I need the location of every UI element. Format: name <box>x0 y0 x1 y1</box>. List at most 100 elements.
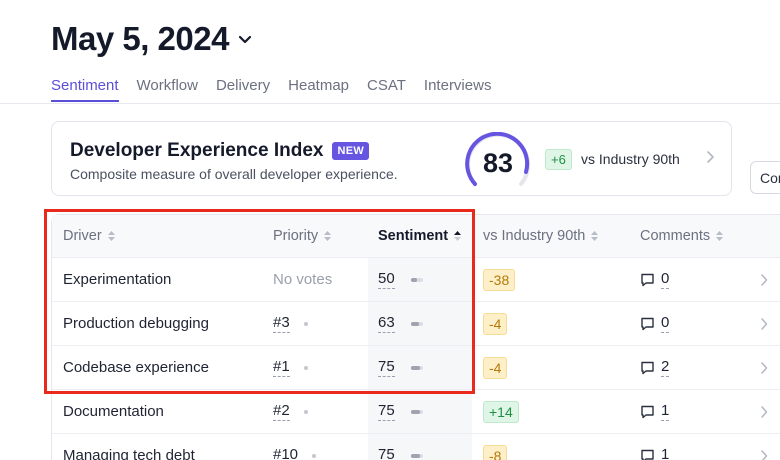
sentiment-value: 63 <box>378 314 395 333</box>
tab-csat[interactable]: CSAT <box>367 76 406 102</box>
comment-icon <box>641 273 654 286</box>
comments-count: 1 <box>661 402 670 421</box>
chevron-down-icon <box>238 35 252 44</box>
dxi-title: Developer Experience Index NEW <box>70 140 370 162</box>
vs-industry-cell: +14 <box>483 390 519 433</box>
sentiment-value: 75 <box>378 402 395 421</box>
column-header-sentiment[interactable]: Sentiment <box>378 215 462 257</box>
vs-industry-badge: -38 <box>483 268 516 291</box>
row-arrow <box>760 346 768 389</box>
priority-dot <box>303 321 308 326</box>
chevron-right-icon <box>761 273 768 286</box>
sort-icon <box>324 231 332 241</box>
dxi-title-text: Developer Experience Index <box>70 140 324 161</box>
drivers-table: Driver Priority Sentiment vs Industry 90… <box>51 214 780 460</box>
comments-cell[interactable]: 2 <box>640 346 670 389</box>
comments-cell[interactable]: 1 <box>640 434 669 460</box>
comments-count: 2 <box>661 358 670 377</box>
comments-count: 0 <box>661 314 670 333</box>
row-arrow <box>760 434 768 460</box>
tab-delivery[interactable]: Delivery <box>216 76 270 102</box>
dxi-vs-label: vs Industry 90th <box>581 151 680 167</box>
vs-industry-cell: -4 <box>483 302 508 345</box>
sentiment-cell: 75 <box>378 346 423 389</box>
sentiment-value: 50 <box>378 270 395 289</box>
comments-cell[interactable]: 0 <box>640 302 670 345</box>
comment-icon <box>641 361 654 374</box>
vs-industry-badge: -4 <box>483 356 508 379</box>
vs-industry-cell: -8 <box>483 434 508 460</box>
chevron-right-icon <box>707 151 714 163</box>
driver-name: Codebase experience <box>63 359 209 376</box>
vs-industry-cell: -38 <box>483 258 516 301</box>
column-header-vs-industry[interactable]: vs Industry 90th <box>483 215 599 257</box>
vs-industry-cell: -4 <box>483 346 508 389</box>
comments-count: 1 <box>661 446 669 460</box>
dxi-subtitle: Composite measure of overall developer e… <box>70 166 398 182</box>
comments-count: 0 <box>661 270 670 289</box>
table-row[interactable]: Managing tech debt #10 75 -8 1 <box>52 434 780 460</box>
sentiment-bar <box>410 365 423 370</box>
priority-cell: #1 <box>273 346 308 389</box>
sentiment-bar <box>410 453 423 458</box>
sort-ascending-icon <box>454 231 462 241</box>
priority-cell: #3 <box>273 302 308 345</box>
vs-industry-badge: +14 <box>483 400 519 423</box>
sentiment-bar <box>410 277 423 282</box>
comments-cell[interactable]: 0 <box>640 258 670 301</box>
table-row[interactable]: Documentation #2 75 +14 1 <box>52 390 780 434</box>
sentiment-value: 75 <box>378 446 395 460</box>
column-header-comments[interactable]: Comments <box>640 215 724 257</box>
tab-bar: Sentiment Workflow Delivery Heatmap CSAT… <box>51 76 509 102</box>
table-row[interactable]: Production debugging #3 63 -4 0 <box>52 302 780 346</box>
priority-value: #10 <box>273 446 298 460</box>
driver-name: Managing tech debt <box>63 447 195 460</box>
priority-cell: #10 <box>273 434 317 460</box>
chevron-right-icon <box>761 405 768 418</box>
column-header-priority[interactable]: Priority <box>273 215 332 257</box>
tab-sentiment[interactable]: Sentiment <box>51 76 119 102</box>
priority-value: #1 <box>273 358 290 377</box>
table-row[interactable]: Experimentation No votes 50 -38 0 <box>52 258 780 302</box>
comment-icon <box>641 449 654 460</box>
comments-button[interactable]: Com <box>750 161 780 194</box>
priority-dot <box>303 409 308 414</box>
tab-workflow[interactable]: Workflow <box>137 76 198 102</box>
date-selector[interactable]: May 5, 2024 <box>51 20 253 58</box>
new-badge: NEW <box>332 142 370 160</box>
tab-interviews[interactable]: Interviews <box>424 76 492 102</box>
sentiment-bar <box>410 409 423 414</box>
table-header: Driver Priority Sentiment vs Industry 90… <box>52 215 780 258</box>
priority-dot <box>312 453 317 458</box>
sort-icon <box>591 231 599 241</box>
sort-icon <box>107 231 115 241</box>
priority-dot <box>303 365 308 370</box>
priority-value: #2 <box>273 402 290 421</box>
comment-icon <box>641 317 654 330</box>
driver-name: Experimentation <box>63 271 172 288</box>
priority-value: #3 <box>273 314 290 333</box>
dxi-score: 83 <box>482 148 514 178</box>
chevron-right-icon <box>761 449 768 460</box>
driver-name: Documentation <box>63 403 164 420</box>
column-header-driver[interactable]: Driver <box>63 215 115 257</box>
sentiment-cell: 50 <box>378 258 423 301</box>
chevron-right-icon <box>761 317 768 330</box>
sentiment-cell: 63 <box>378 302 423 345</box>
priority-cell: #2 <box>273 390 308 433</box>
sort-icon <box>716 231 724 241</box>
tabs-divider <box>0 103 780 104</box>
table-row[interactable]: Codebase experience #1 75 -4 2 <box>52 346 780 390</box>
chevron-right-icon <box>761 361 768 374</box>
priority-value: No votes <box>273 271 333 288</box>
comments-cell[interactable]: 1 <box>640 390 670 433</box>
row-arrow <box>760 390 768 433</box>
comment-icon <box>641 405 654 418</box>
vs-industry-badge: -8 <box>483 444 508 460</box>
page-title: May 5, 2024 <box>51 20 229 57</box>
row-arrow <box>760 302 768 345</box>
tab-heatmap[interactable]: Heatmap <box>288 76 349 102</box>
sentiment-cell: 75 <box>378 434 423 460</box>
dxi-card[interactable]: Developer Experience Index NEW Composite… <box>51 121 732 196</box>
sentiment-cell: 75 <box>378 390 423 433</box>
